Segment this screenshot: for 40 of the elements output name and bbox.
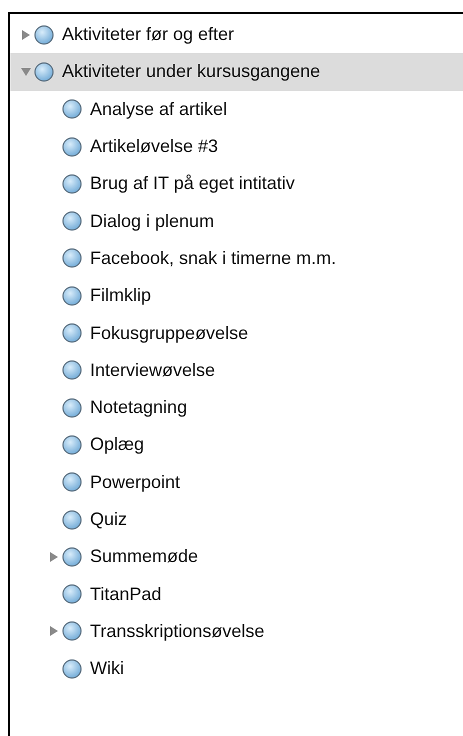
circle-icon: [62, 211, 82, 232]
outline-item-label[interactable]: Aktiviteter før og efter: [62, 24, 234, 46]
circle-icon: [62, 398, 82, 418]
outline-item-label[interactable]: TitanPad: [90, 584, 162, 605]
circle-icon: [62, 136, 82, 157]
circle-icon: [62, 99, 82, 120]
circle-icon: [62, 584, 82, 604]
outline-item-label[interactable]: Transskriptionsøvelse: [90, 620, 264, 642]
disclosure-triangle-icon[interactable]: [20, 66, 32, 78]
disclosure-triangle-icon[interactable]: [48, 550, 60, 563]
disclosure-triangle-icon[interactable]: [20, 28, 32, 41]
circle-icon: [62, 286, 82, 306]
outline-item-label[interactable]: Quiz: [90, 509, 128, 530]
circle-icon: [34, 62, 54, 82]
circle-icon: [62, 546, 82, 567]
outline-item-label[interactable]: Brug af IT på eget intitativ: [90, 173, 295, 194]
outline-item-label[interactable]: Aktiviteter under kursusgangene: [62, 61, 320, 82]
outline-item-label[interactable]: Summemøde: [90, 546, 198, 568]
outline-item-label[interactable]: Analyse af artikel: [90, 98, 228, 120]
outline-item-label[interactable]: Interviewøvelse: [90, 360, 216, 381]
outline-item-label[interactable]: Wiki: [90, 658, 124, 680]
outline-item-label[interactable]: Oplæg: [90, 434, 144, 456]
circle-icon: [62, 323, 82, 344]
circle-icon: [62, 510, 82, 530]
circle-icon: [62, 360, 82, 380]
circle-icon: [62, 174, 82, 194]
outline-item-label[interactable]: Powerpoint: [90, 472, 180, 493]
outline-item-label[interactable]: Dialog i plenum: [90, 210, 214, 232]
circle-icon: [62, 658, 82, 679]
outline-item-label[interactable]: Fokusgruppeøvelse: [90, 322, 248, 344]
disclosure-triangle-icon[interactable]: [48, 625, 60, 638]
outline-item-label[interactable]: Notetagning: [90, 397, 188, 418]
circle-icon: [62, 434, 82, 455]
outline-item-label[interactable]: Artikeløvelse #3: [90, 136, 218, 158]
outline-item-label[interactable]: Facebook, snak i timerne m.m.: [90, 248, 336, 269]
circle-icon: [34, 24, 54, 45]
outline-item-label[interactable]: Filmklip: [90, 285, 151, 306]
circle-icon: [62, 472, 82, 492]
circle-icon: [62, 248, 82, 268]
circle-icon: [62, 621, 82, 642]
